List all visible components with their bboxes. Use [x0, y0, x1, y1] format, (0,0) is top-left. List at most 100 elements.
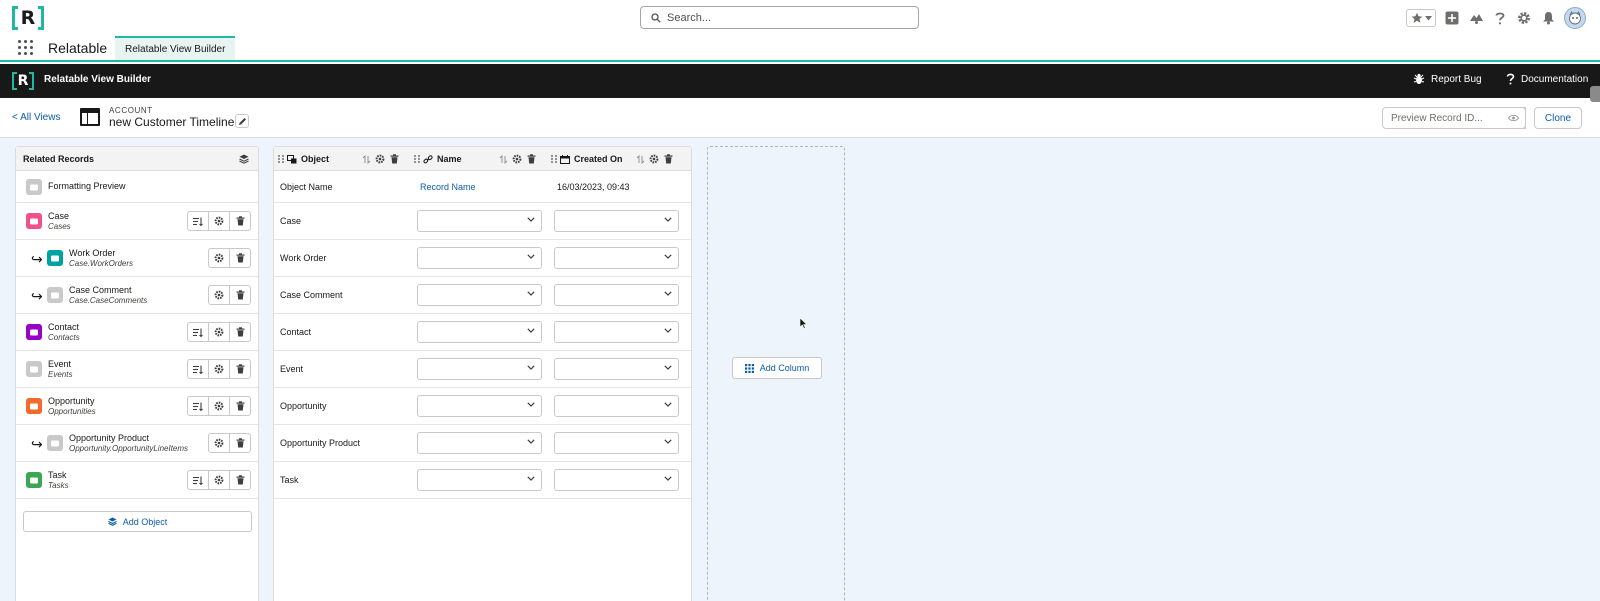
- name-field-select[interactable]: [417, 358, 542, 380]
- delete-trash-button[interactable]: [229, 433, 251, 453]
- related-record-row[interactable]: Case Cases: [16, 203, 258, 240]
- sort-button[interactable]: [187, 359, 209, 379]
- settings-gear-button[interactable]: [208, 285, 230, 305]
- related-record-row[interactable]: Event Events: [16, 351, 258, 388]
- setup-gear-icon[interactable]: [1516, 10, 1532, 26]
- related-record-row[interactable]: ↪ Opportunity Product Opportunity.Opportun…: [16, 425, 258, 462]
- preview-object-name: Object Name: [280, 182, 333, 192]
- created-on-field-select[interactable]: [554, 432, 679, 454]
- grid-header-row: Object Name Created On: [274, 147, 691, 171]
- preview-record-name-link[interactable]: Record Name: [420, 182, 476, 192]
- column-delete-trash-icon[interactable]: [661, 152, 675, 166]
- trailhead-icon[interactable]: [1468, 10, 1484, 26]
- settings-gear-button[interactable]: [208, 322, 230, 342]
- preview-eye-button[interactable]: [1502, 107, 1526, 129]
- column-delete-trash-icon[interactable]: [524, 152, 538, 166]
- delete-trash-button[interactable]: [229, 396, 251, 416]
- created-on-field-select[interactable]: [554, 247, 679, 269]
- name-field-select[interactable]: [417, 432, 542, 454]
- delete-trash-button[interactable]: [229, 470, 251, 490]
- product-icon: [47, 435, 63, 451]
- chevron-down-icon: [664, 476, 672, 481]
- related-record-api-name: Cases: [48, 222, 71, 231]
- layers-icon[interactable]: [237, 152, 251, 166]
- favorites-button[interactable]: [1406, 9, 1436, 27]
- add-object-button[interactable]: Add Object: [23, 511, 252, 532]
- global-search[interactable]: [640, 6, 919, 29]
- record-action-buttons: [208, 433, 251, 453]
- related-records-title: Related Records: [23, 153, 95, 164]
- settings-gear-button[interactable]: [208, 433, 230, 453]
- tab-relatable-view-builder[interactable]: Relatable View Builder: [115, 36, 236, 60]
- sort-button[interactable]: [187, 396, 209, 416]
- edit-name-button[interactable]: [235, 114, 249, 128]
- search-input[interactable]: [667, 11, 887, 24]
- related-record-row[interactable]: Contact Contacts: [16, 314, 258, 351]
- created-on-field-select[interactable]: [554, 210, 679, 232]
- link-icon: [423, 154, 433, 164]
- scrollbar-handle[interactable]: [1590, 86, 1600, 102]
- settings-gear-button[interactable]: [208, 396, 230, 416]
- chevron-down-icon: [664, 365, 672, 370]
- settings-gear-button[interactable]: [208, 470, 230, 490]
- related-record-row[interactable]: ↪ Work Order Case.WorkOrders: [16, 240, 258, 277]
- sort-button[interactable]: [187, 470, 209, 490]
- drag-handle-icon[interactable]: [278, 155, 284, 163]
- column-settings-gear-icon[interactable]: [373, 152, 387, 166]
- add-column-dropzone[interactable]: Add Column: [707, 146, 845, 601]
- user-avatar[interactable]: [1564, 7, 1586, 29]
- created-on-field-select[interactable]: [554, 469, 679, 491]
- layers-icon: [107, 517, 117, 526]
- relatable-logo[interactable]: R: [12, 6, 44, 30]
- report-bug-link[interactable]: Report Bug: [1413, 73, 1482, 85]
- notifications-bell-icon[interactable]: [1540, 10, 1556, 26]
- column-header-created-on: Created On: [551, 147, 623, 171]
- name-field-select[interactable]: [417, 469, 542, 491]
- chevron-down-icon: [664, 439, 672, 444]
- sort-button[interactable]: [187, 322, 209, 342]
- related-record-row[interactable]: Formatting Preview: [16, 171, 258, 203]
- column-settings-gear-icon[interactable]: [510, 152, 524, 166]
- global-actions-icon[interactable]: [1444, 10, 1460, 26]
- sort-button[interactable]: [187, 211, 209, 231]
- name-field-select[interactable]: [417, 210, 542, 232]
- related-record-row[interactable]: Task Tasks: [16, 462, 258, 499]
- column-delete-trash-icon[interactable]: [387, 152, 401, 166]
- clone-button[interactable]: Clone: [1534, 107, 1582, 129]
- column-settings-gear-icon[interactable]: [647, 152, 661, 166]
- delete-trash-button[interactable]: [229, 285, 251, 305]
- swap-columns-icon[interactable]: [359, 152, 373, 166]
- settings-gear-button[interactable]: [208, 359, 230, 379]
- name-field-select[interactable]: [417, 395, 542, 417]
- grid-row: Event: [274, 351, 691, 388]
- delete-trash-button[interactable]: [229, 359, 251, 379]
- add-column-button[interactable]: Add Column: [732, 357, 822, 379]
- swap-columns-icon[interactable]: [633, 152, 647, 166]
- chevron-down-icon: [664, 328, 672, 333]
- columns-grid-icon: [744, 363, 754, 373]
- created-on-field-select[interactable]: [554, 284, 679, 306]
- documentation-link[interactable]: Documentation: [1506, 73, 1588, 85]
- drag-handle-icon[interactable]: [414, 155, 420, 163]
- delete-trash-button[interactable]: [229, 322, 251, 342]
- related-record-row[interactable]: Opportunity Opportunities: [16, 388, 258, 425]
- name-field-select[interactable]: [417, 247, 542, 269]
- record-action-buttons: [187, 470, 251, 490]
- delete-trash-button[interactable]: [229, 248, 251, 268]
- help-icon[interactable]: [1492, 10, 1508, 26]
- settings-gear-button[interactable]: [208, 248, 230, 268]
- name-field-select[interactable]: [417, 284, 542, 306]
- all-views-link[interactable]: < All Views: [12, 112, 60, 123]
- related-record-row[interactable]: ↪ Case Comment Case.CaseComments: [16, 277, 258, 314]
- child-arrow-icon: ↪: [31, 251, 43, 267]
- created-on-field-select[interactable]: [554, 395, 679, 417]
- delete-trash-button[interactable]: [229, 211, 251, 231]
- app-launcher-icon[interactable]: [18, 40, 33, 55]
- settings-gear-button[interactable]: [208, 211, 230, 231]
- name-field-select[interactable]: [417, 321, 542, 343]
- created-on-field-select[interactable]: [554, 358, 679, 380]
- swap-columns-icon[interactable]: [496, 152, 510, 166]
- drag-handle-icon[interactable]: [551, 155, 557, 163]
- related-record-name: Opportunity: [48, 396, 95, 406]
- created-on-field-select[interactable]: [554, 321, 679, 343]
